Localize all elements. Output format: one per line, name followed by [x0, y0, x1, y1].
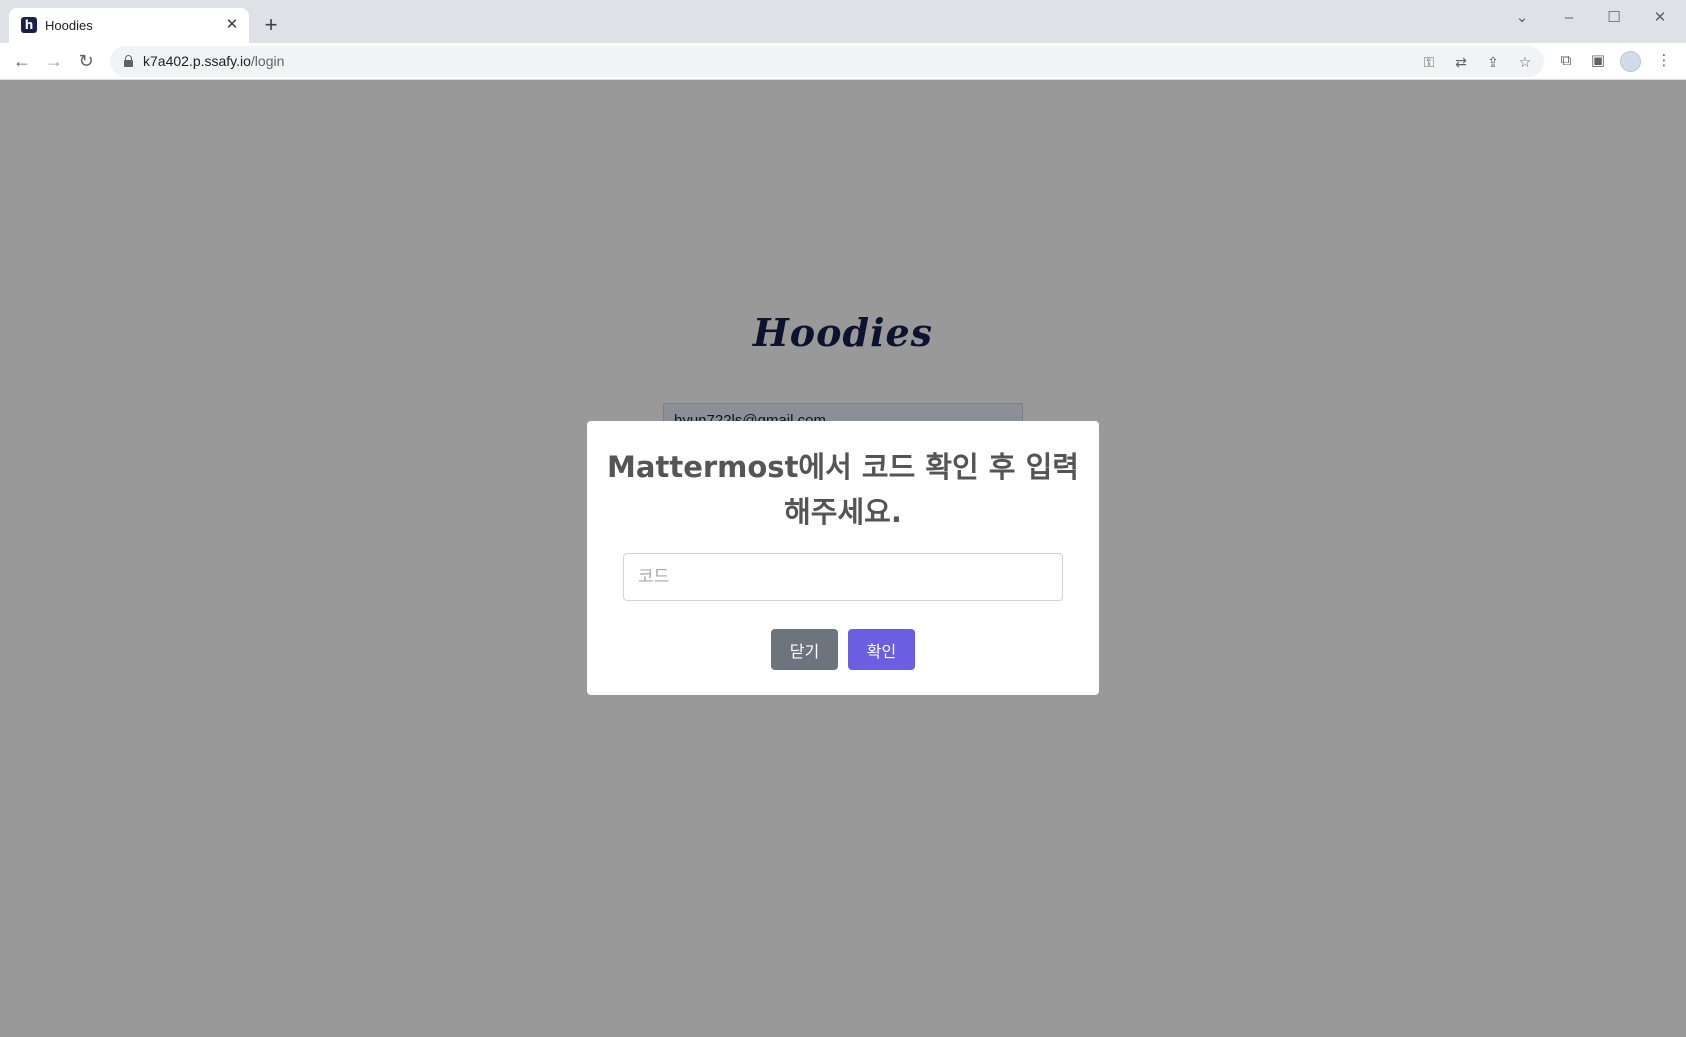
share-icon[interactable]: ⇪ — [1482, 51, 1504, 73]
tab-search-chevron-icon[interactable]: ⌄ — [1502, 5, 1542, 31]
extensions-puzzle-icon[interactable]: ⧉ — [1554, 49, 1578, 73]
side-panel-icon[interactable]: ▣ — [1586, 49, 1610, 73]
menu-kebab-icon[interactable]: ⋮ — [1652, 49, 1676, 73]
url-host: k7a402.p.ssafy.io — [143, 53, 251, 69]
bookmark-star-icon[interactable]: ☆ — [1514, 51, 1536, 73]
code-input[interactable] — [623, 553, 1063, 601]
maximize-window-icon[interactable]: ☐ — [1594, 5, 1634, 31]
verification-code-modal: Mattermost에서 코드 확인 후 입력해주세요. 닫기 확인 — [587, 421, 1099, 695]
profile-avatar[interactable] — [1620, 51, 1641, 72]
hoodies-favicon-icon: h — [21, 17, 37, 33]
close-button[interactable]: 닫기 — [771, 629, 838, 670]
confirm-button[interactable]: 확인 — [848, 629, 915, 670]
back-arrow-icon[interactable]: ← — [8, 47, 36, 75]
tab-close-icon[interactable]: ✕ — [223, 16, 241, 34]
address-bar[interactable]: k7a402.p.ssafy.io/login ⚿ ⇄ ⇪ ☆ — [110, 46, 1544, 77]
url-text[interactable]: k7a402.p.ssafy.io/login — [143, 53, 284, 69]
browser-toolbar: ← → ↻ k7a402.p.ssafy.io/login ⚿ ⇄ ⇪ ☆ ⧉ … — [0, 43, 1686, 80]
tab-title: Hoodies — [45, 18, 93, 33]
lock-icon[interactable] — [124, 55, 133, 67]
translate-icon[interactable]: ⇄ — [1450, 51, 1472, 73]
close-window-icon[interactable]: ✕ — [1640, 5, 1680, 31]
page-viewport: Hoodies hyun722ls@gmail.com Mattermost에서… — [0, 80, 1686, 1037]
minimize-window-icon[interactable]: – — [1549, 5, 1589, 31]
browser-tabstrip: h Hoodies ✕ + ⌄ – ☐ ✕ — [0, 0, 1686, 43]
modal-title: Mattermost에서 코드 확인 후 입력해주세요. — [607, 450, 1079, 529]
url-path: /login — [250, 53, 285, 69]
forward-arrow-icon[interactable]: → — [40, 47, 68, 75]
browser-tab[interactable]: h Hoodies ✕ — [9, 8, 249, 43]
reload-icon[interactable]: ↻ — [72, 47, 100, 75]
key-icon[interactable]: ⚿ — [1418, 51, 1440, 73]
new-tab-icon[interactable]: + — [258, 13, 284, 39]
